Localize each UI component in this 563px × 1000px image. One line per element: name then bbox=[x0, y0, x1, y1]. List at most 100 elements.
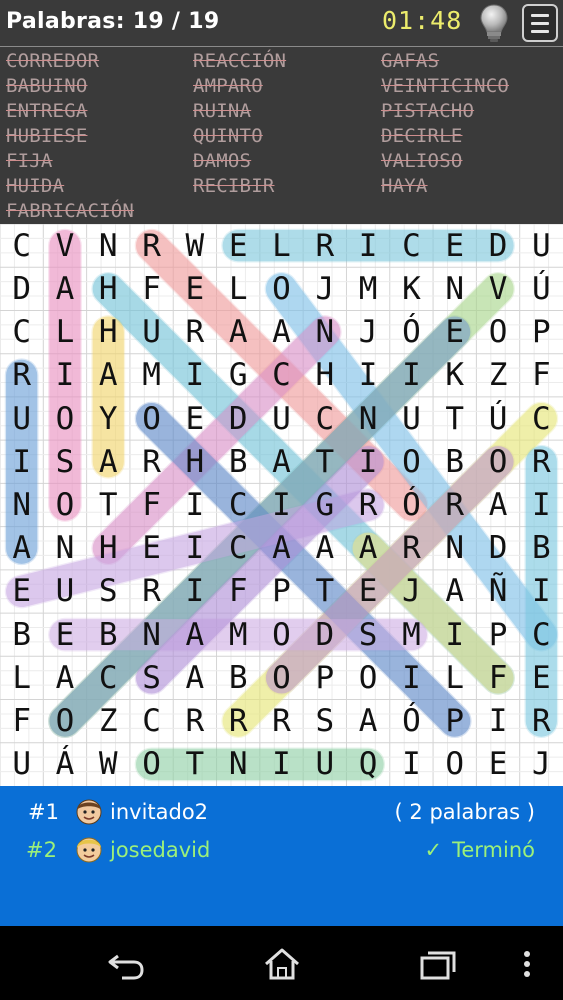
letter-cell[interactable]: T bbox=[303, 570, 346, 613]
letter-cell[interactable]: T bbox=[87, 483, 130, 526]
letter-cell[interactable]: Ñ bbox=[476, 570, 519, 613]
letter-cell[interactable]: U bbox=[43, 570, 86, 613]
letter-cell[interactable]: L bbox=[433, 656, 476, 699]
letter-cell[interactable]: R bbox=[303, 224, 346, 267]
letter-grid[interactable]: CVNRWELRICEDUDAHFELOJMKNVÚCLHURAANJÓEOPR… bbox=[0, 224, 563, 786]
letter-cell[interactable]: E bbox=[346, 570, 389, 613]
letter-cell[interactable]: R bbox=[173, 310, 216, 353]
letter-cell[interactable]: Á bbox=[43, 743, 86, 786]
letter-cell[interactable]: C bbox=[87, 656, 130, 699]
letter-cell[interactable]: A bbox=[433, 570, 476, 613]
overflow-icon[interactable] bbox=[512, 944, 542, 984]
letter-cell[interactable]: I bbox=[260, 743, 303, 786]
letter-cell[interactable]: M bbox=[390, 613, 433, 656]
letter-cell[interactable]: C bbox=[260, 354, 303, 397]
letter-cell[interactable]: E bbox=[476, 743, 519, 786]
letter-cell[interactable]: O bbox=[260, 267, 303, 310]
letter-cell[interactable]: M bbox=[217, 613, 260, 656]
letter-cell[interactable]: N bbox=[433, 267, 476, 310]
letter-cell[interactable]: J bbox=[303, 267, 346, 310]
recents-icon[interactable] bbox=[416, 944, 460, 984]
letter-cell[interactable]: W bbox=[173, 224, 216, 267]
letter-cell[interactable]: J bbox=[390, 570, 433, 613]
letter-cell[interactable]: C bbox=[0, 224, 43, 267]
back-icon[interactable] bbox=[104, 944, 148, 984]
letter-cell[interactable]: I bbox=[476, 700, 519, 743]
letter-cell[interactable]: C bbox=[390, 224, 433, 267]
letter-cell[interactable]: C bbox=[520, 613, 563, 656]
letter-cell[interactable]: E bbox=[43, 613, 86, 656]
letter-cell[interactable]: R bbox=[217, 700, 260, 743]
letter-cell[interactable]: A bbox=[173, 613, 216, 656]
letter-cell[interactable]: I bbox=[0, 440, 43, 483]
letter-cell[interactable]: L bbox=[260, 224, 303, 267]
letter-cell[interactable]: N bbox=[303, 310, 346, 353]
letter-cell[interactable]: N bbox=[43, 527, 86, 570]
letter-cell[interactable]: O bbox=[43, 397, 86, 440]
letter-cell[interactable]: I bbox=[260, 483, 303, 526]
letter-cell[interactable]: E bbox=[520, 656, 563, 699]
letter-cell[interactable]: M bbox=[346, 267, 389, 310]
letter-cell[interactable]: S bbox=[346, 613, 389, 656]
letter-cell[interactable]: I bbox=[520, 483, 563, 526]
letter-cell[interactable]: T bbox=[173, 743, 216, 786]
letter-cell[interactable]: O bbox=[43, 700, 86, 743]
letter-cell[interactable]: R bbox=[173, 700, 216, 743]
lightbulb-icon[interactable] bbox=[478, 3, 510, 43]
letter-cell[interactable]: R bbox=[390, 527, 433, 570]
letter-cell[interactable]: R bbox=[260, 700, 303, 743]
letter-cell[interactable]: E bbox=[173, 267, 216, 310]
letter-cell[interactable]: L bbox=[217, 267, 260, 310]
letter-cell[interactable]: S bbox=[43, 440, 86, 483]
letter-cell[interactable]: I bbox=[390, 656, 433, 699]
letter-cell[interactable]: U bbox=[390, 397, 433, 440]
letter-cell[interactable]: U bbox=[303, 743, 346, 786]
letter-cell[interactable]: O bbox=[130, 743, 173, 786]
letter-cell[interactable]: S bbox=[303, 700, 346, 743]
letter-cell[interactable]: P bbox=[476, 613, 519, 656]
letter-cell[interactable]: B bbox=[0, 613, 43, 656]
letter-cell[interactable]: U bbox=[0, 397, 43, 440]
letter-cell[interactable]: R bbox=[433, 483, 476, 526]
letter-cell[interactable]: Z bbox=[476, 354, 519, 397]
letter-cell[interactable]: H bbox=[87, 527, 130, 570]
letter-cell[interactable]: I bbox=[520, 570, 563, 613]
letter-cell[interactable]: G bbox=[217, 354, 260, 397]
letter-cell[interactable]: E bbox=[173, 397, 216, 440]
letter-cell[interactable]: O bbox=[476, 440, 519, 483]
letter-cell[interactable]: B bbox=[433, 440, 476, 483]
letter-cell[interactable]: O bbox=[43, 483, 86, 526]
letter-cell[interactable]: E bbox=[0, 570, 43, 613]
letter-cell[interactable]: F bbox=[130, 483, 173, 526]
letter-cell[interactable]: T bbox=[303, 440, 346, 483]
letter-cell[interactable]: B bbox=[217, 440, 260, 483]
letter-cell[interactable]: F bbox=[217, 570, 260, 613]
letter-cell[interactable]: Ó bbox=[390, 483, 433, 526]
letter-cell[interactable]: J bbox=[346, 310, 389, 353]
letter-cell[interactable]: B bbox=[87, 613, 130, 656]
menu-button[interactable] bbox=[522, 4, 558, 42]
letter-cell[interactable]: N bbox=[130, 613, 173, 656]
letter-cell[interactable]: T bbox=[433, 397, 476, 440]
letter-cell[interactable]: Ú bbox=[476, 397, 519, 440]
letter-cell[interactable]: B bbox=[520, 527, 563, 570]
letter-cell[interactable]: H bbox=[87, 310, 130, 353]
letter-cell[interactable]: I bbox=[173, 570, 216, 613]
letter-cell[interactable]: N bbox=[87, 224, 130, 267]
letter-cell[interactable]: A bbox=[87, 354, 130, 397]
letter-cell[interactable]: U bbox=[0, 743, 43, 786]
letter-cell[interactable]: I bbox=[43, 354, 86, 397]
letter-cell[interactable]: F bbox=[520, 354, 563, 397]
letter-cell[interactable]: C bbox=[217, 527, 260, 570]
letter-cell[interactable]: N bbox=[346, 397, 389, 440]
letter-cell[interactable]: A bbox=[260, 527, 303, 570]
letter-cell[interactable]: A bbox=[173, 656, 216, 699]
letter-cell[interactable]: A bbox=[346, 700, 389, 743]
letter-cell[interactable]: P bbox=[520, 310, 563, 353]
letter-cell[interactable]: O bbox=[390, 440, 433, 483]
letter-cell[interactable]: C bbox=[303, 397, 346, 440]
letter-cell[interactable]: V bbox=[476, 267, 519, 310]
letter-cell[interactable]: W bbox=[87, 743, 130, 786]
letter-cell[interactable]: O bbox=[433, 743, 476, 786]
letter-cell[interactable]: I bbox=[390, 354, 433, 397]
